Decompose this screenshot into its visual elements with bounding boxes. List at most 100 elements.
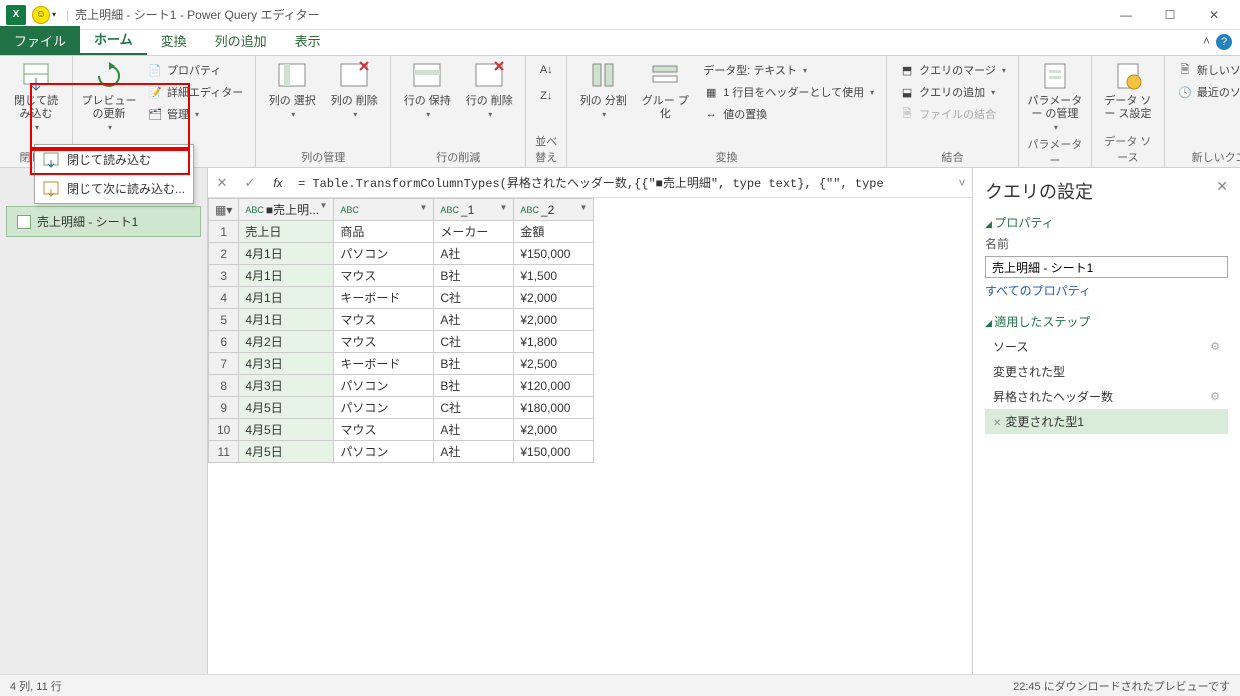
datatype-button[interactable]: データ型: テキスト [699,60,878,80]
datasource-settings-button[interactable]: データ ソー ス設定 [1100,60,1156,121]
first-row-header-button[interactable]: ▦1 行目をヘッダーとして使用 [699,82,878,102]
data-cell[interactable]: ¥1,500 [514,265,594,287]
ribbon-collapse-icon[interactable]: ˄ [1203,34,1210,50]
data-cell[interactable]: C社 [434,287,514,309]
close-load-button[interactable]: 閉じて読 み込む [8,60,64,134]
column-header[interactable]: ABC■売上明...▼ [239,199,334,221]
qat-dropdown-icon[interactable]: ▾ [52,10,56,19]
column-filter-icon[interactable]: ▼ [499,203,507,212]
smile-icon[interactable]: ☺ [32,6,50,24]
data-cell[interactable]: 4月5日 [239,441,334,463]
column-filter-icon[interactable]: ▼ [579,203,587,212]
data-cell[interactable]: パソコン [334,441,434,463]
data-cell[interactable]: 4月1日 [239,265,334,287]
applied-step[interactable]: 昇格されたヘッダー数⚙ [985,384,1228,409]
data-cell[interactable]: ¥2,500 [514,353,594,375]
data-cell[interactable]: B社 [434,265,514,287]
data-cell[interactable]: ¥180,000 [514,397,594,419]
data-cell[interactable]: ¥120,000 [514,375,594,397]
row-number[interactable]: 11 [209,441,239,463]
column-header[interactable]: ABC_1▼ [434,199,514,221]
manage-button[interactable]: 🗂管理 [143,104,247,124]
formula-input[interactable] [292,176,952,190]
manage-parameters-button[interactable]: パラメーター の管理 [1027,60,1083,134]
applied-step[interactable]: 変更された型 [985,359,1228,384]
choose-columns-button[interactable]: 列の 選択 [264,60,320,121]
row-number[interactable]: 1 [209,221,239,243]
data-cell[interactable]: ¥1,800 [514,331,594,353]
properties-button[interactable]: 📄プロパティ [143,60,247,80]
data-cell[interactable]: パソコン [334,397,434,419]
data-cell[interactable]: 4月1日 [239,243,334,265]
data-cell[interactable]: 4月3日 [239,353,334,375]
data-cell[interactable]: マウス [334,265,434,287]
applied-step[interactable]: ✕変更された型1 [985,409,1228,434]
data-cell[interactable]: 4月3日 [239,375,334,397]
advanced-editor-button[interactable]: 📝詳細エディター [143,82,247,102]
data-cell[interactable]: 4月1日 [239,287,334,309]
data-cell[interactable]: B社 [434,353,514,375]
data-cell[interactable]: 商品 [334,221,434,243]
data-cell[interactable]: 4月5日 [239,397,334,419]
row-number[interactable]: 10 [209,419,239,441]
remove-columns-button[interactable]: 列の 削除 [326,60,382,121]
tab-file[interactable]: ファイル [0,26,80,55]
close-and-load-to-item[interactable]: 閉じて次に読み込む... [35,174,193,203]
append-queries-button[interactable]: ⬓クエリの追加 [895,82,1010,102]
data-cell[interactable]: C社 [434,331,514,353]
gear-icon[interactable]: ⚙ [1210,340,1220,353]
tab-view[interactable]: 表示 [281,26,335,55]
row-number[interactable]: 8 [209,375,239,397]
close-and-load-item[interactable]: 閉じて読み込む [35,145,193,174]
data-cell[interactable]: 4月5日 [239,419,334,441]
data-cell[interactable]: パソコン [334,375,434,397]
recent-sources-button[interactable]: 🕓最近のソース [1173,82,1240,102]
data-cell[interactable]: パソコン [334,243,434,265]
formula-cancel-button[interactable]: ✕ [208,175,236,191]
tab-transform[interactable]: 変換 [147,26,201,55]
refresh-preview-button[interactable]: プレビュー の更新 [81,60,137,134]
applied-steps-header[interactable]: 適用したステップ [985,313,1228,330]
replace-values-button[interactable]: ↔値の置換 [699,104,878,124]
data-cell[interactable]: A社 [434,419,514,441]
column-filter-icon[interactable]: ▼ [419,203,427,212]
data-cell[interactable]: 4月1日 [239,309,334,331]
row-number[interactable]: 7 [209,353,239,375]
tab-home[interactable]: ホーム [80,24,147,55]
remove-rows-button[interactable]: 行の 削除 [461,60,517,121]
data-cell[interactable]: ¥150,000 [514,441,594,463]
row-number[interactable]: 5 [209,309,239,331]
sort-desc-button[interactable]: Z↓ [534,86,558,106]
row-number[interactable]: 4 [209,287,239,309]
column-filter-icon[interactable]: ▼ [319,201,327,210]
data-cell[interactable]: 金額 [514,221,594,243]
data-cell[interactable]: マウス [334,419,434,441]
row-number[interactable]: 6 [209,331,239,353]
query-item[interactable]: 売上明細 - シート1 [6,206,201,237]
groupby-button[interactable]: グルー プ化 [637,60,693,121]
query-name-input[interactable] [985,256,1228,278]
column-header[interactable]: ABC_2▼ [514,199,594,221]
data-cell[interactable]: B社 [434,375,514,397]
applied-step[interactable]: ソース⚙ [985,334,1228,359]
data-cell[interactable]: A社 [434,441,514,463]
help-icon[interactable]: ? [1216,34,1232,50]
data-cell[interactable]: ¥2,000 [514,309,594,331]
data-cell[interactable]: キーボード [334,353,434,375]
data-cell[interactable]: C社 [434,397,514,419]
merge-queries-button[interactable]: ⬒クエリのマージ [895,60,1010,80]
formula-expand-button[interactable]: ˅ [952,176,972,190]
data-cell[interactable]: A社 [434,243,514,265]
data-cell[interactable]: A社 [434,309,514,331]
row-number[interactable]: 3 [209,265,239,287]
minimize-button[interactable]: — [1106,2,1146,28]
data-cell[interactable]: ¥150,000 [514,243,594,265]
data-cell[interactable]: メーカー [434,221,514,243]
all-properties-link[interactable]: すべてのプロパティ [985,282,1091,299]
split-column-button[interactable]: 列の 分割 [575,60,631,121]
column-header[interactable]: ABC▼ [334,199,434,221]
new-source-button[interactable]: 🗎新しいソース [1173,60,1240,80]
formula-accept-button[interactable]: ✓ [236,175,264,191]
data-cell[interactable]: マウス [334,309,434,331]
keep-rows-button[interactable]: 行の 保持 [399,60,455,121]
